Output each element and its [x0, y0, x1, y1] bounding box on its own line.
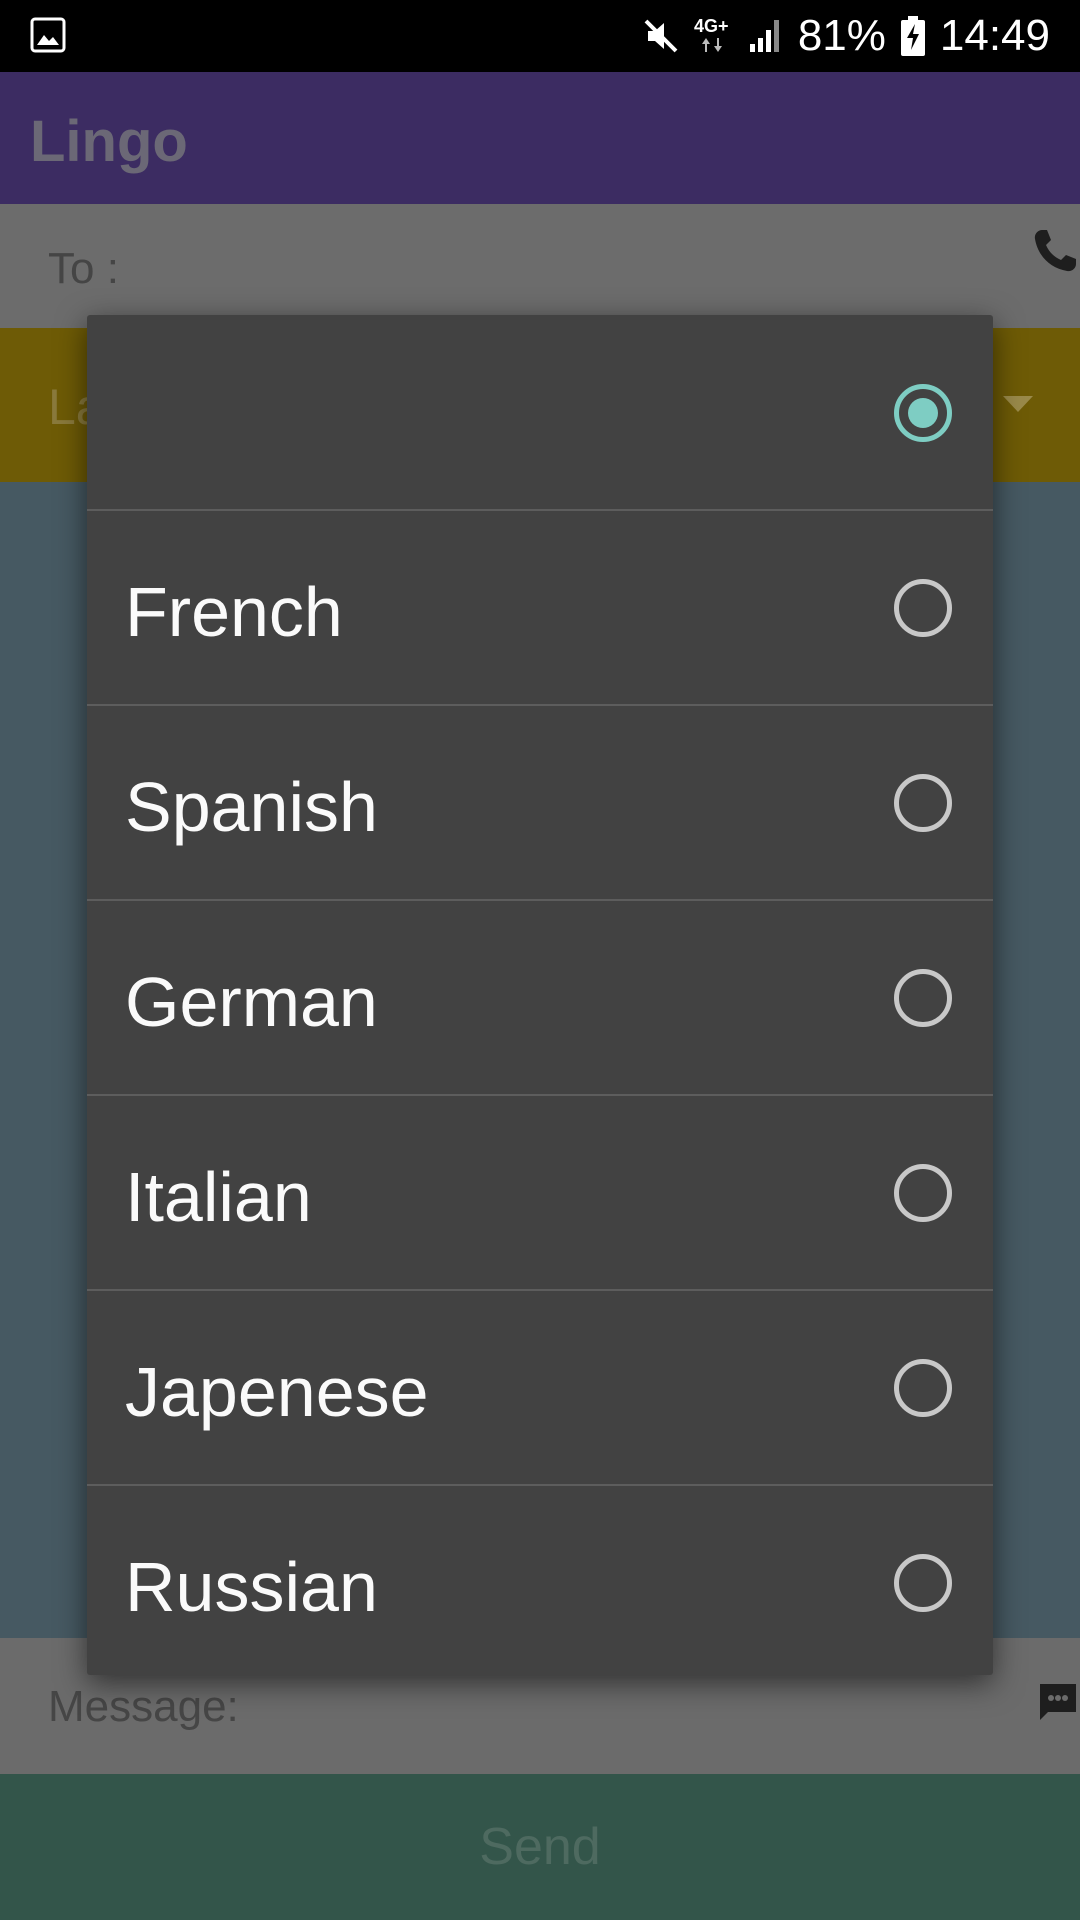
radio-unselected-icon[interactable] — [894, 969, 952, 1027]
language-option-german[interactable]: German — [87, 900, 993, 1096]
radio-unselected-icon[interactable] — [894, 774, 952, 832]
app-bar: Lingo — [0, 72, 1080, 204]
status-bar: 4G+ 81% 14:49 — [0, 0, 1080, 72]
language-option-spanish[interactable]: Spanish — [87, 705, 993, 901]
option-label: German — [125, 963, 378, 1041]
language-option-french[interactable]: French — [87, 510, 993, 706]
option-label: Spanish — [125, 768, 378, 846]
radio-unselected-icon[interactable] — [894, 579, 952, 637]
message-icon[interactable] — [1036, 1680, 1080, 1729]
signal-icon — [748, 18, 784, 54]
battery-percentage: 81% — [797, 11, 886, 60]
network-type-label: 4G+ — [694, 16, 729, 36]
app-title: Lingo — [30, 109, 188, 174]
radio-unselected-icon[interactable] — [894, 1359, 952, 1417]
language-option-italian[interactable]: Italian — [87, 1095, 993, 1291]
network-arrows-icon: 4G+ — [694, 14, 734, 58]
option-label: Japenese — [125, 1353, 429, 1431]
battery-charging-icon — [900, 16, 926, 56]
dropdown-caret-icon[interactable] — [1003, 396, 1033, 417]
message-label: Message: — [48, 1682, 239, 1731]
radio-unselected-icon[interactable] — [894, 1164, 952, 1222]
radio-unselected-icon[interactable] — [894, 1554, 952, 1612]
radio-selected-icon[interactable] — [894, 384, 952, 442]
send-label: Send — [479, 1818, 601, 1876]
language-dialog: French Spanish German Italian Japenese R… — [87, 315, 993, 1675]
recipient-field[interactable]: To : — [0, 204, 1080, 328]
language-option-blank[interactable] — [87, 315, 993, 511]
send-button[interactable]: Send — [0, 1774, 1080, 1920]
gallery-icon — [30, 17, 66, 58]
option-label: French — [125, 573, 343, 651]
to-label: To : — [48, 244, 119, 293]
language-option-japenese[interactable]: Japenese — [87, 1290, 993, 1486]
option-label: Italian — [125, 1158, 312, 1236]
status-icons: 4G+ 81% 14:49 — [642, 0, 1050, 72]
option-label: Russian — [125, 1548, 378, 1626]
mute-icon — [642, 17, 680, 55]
clock: 14:49 — [939, 11, 1050, 60]
phone-icon[interactable] — [1030, 226, 1080, 281]
language-option-russian[interactable]: Russian — [87, 1485, 993, 1679]
